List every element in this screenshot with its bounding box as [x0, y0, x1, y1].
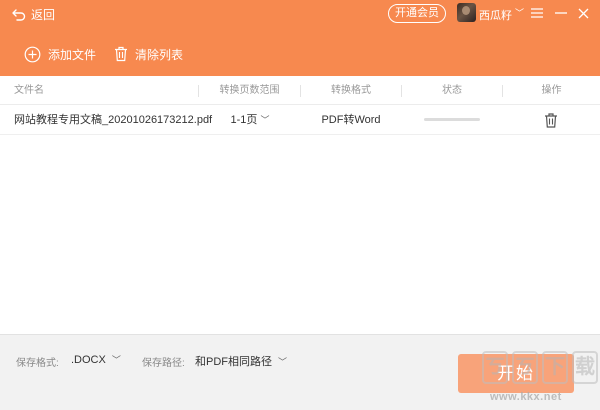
- vip-button[interactable]: 开通会员: [388, 4, 446, 23]
- back-label: 返回: [31, 7, 56, 22]
- add-file-button[interactable]: 添加文件: [24, 45, 96, 63]
- save-format-select[interactable]: .DOCX ﹀: [71, 353, 121, 366]
- save-format-label: 保存格式:: [16, 358, 59, 369]
- footer-bar: 保存格式: .DOCX ﹀ 保存路径: 和PDF相同路径 ﹀ 开始: [0, 334, 600, 410]
- save-path-select[interactable]: 和PDF相同路径 ﹀: [195, 353, 287, 369]
- table-row[interactable]: 网站教程专用文稿_20201026173212.pdf 1-1页 ﹀ PDF转W…: [0, 106, 600, 135]
- title-bar: 返回 开通会员 西瓜籽 ﹀: [0, 0, 600, 28]
- column-header-action: 操作: [541, 85, 562, 96]
- status-progress-bar: [424, 118, 480, 121]
- start-button[interactable]: 开始: [458, 354, 574, 393]
- table-header: 文件名 转换页数范围 转换格式 状态 操作: [0, 76, 600, 105]
- page-range-select[interactable]: 1-1页 ﹀: [215, 106, 285, 134]
- column-header-range: 转换页数范围: [219, 85, 280, 96]
- save-format-value: .DOCX: [71, 353, 106, 366]
- column-header-status: 状态: [442, 85, 462, 96]
- file-name: 网站教程专用文稿_20201026173212.pdf: [14, 114, 213, 126]
- convert-format: PDF转Word: [321, 114, 381, 126]
- clear-list-label: 清除列表: [135, 47, 184, 62]
- back-button[interactable]: 返回: [12, 6, 55, 22]
- add-circle-icon: [24, 46, 41, 63]
- file-list-area: [0, 135, 600, 334]
- column-header-format: 转换格式: [331, 85, 371, 96]
- user-chevron-icon[interactable]: ﹀: [515, 6, 524, 19]
- menu-icon[interactable]: [529, 5, 545, 21]
- page-range-value: 1-1页: [230, 114, 258, 126]
- save-path-value: 和PDF相同路径: [195, 356, 272, 368]
- column-header-name: 文件名: [14, 85, 44, 96]
- delete-row-button[interactable]: [544, 113, 558, 128]
- chevron-down-icon: ﹀: [278, 356, 288, 367]
- avatar[interactable]: [457, 3, 476, 22]
- trash-icon: [114, 46, 128, 62]
- username[interactable]: 西瓜籽: [479, 7, 512, 23]
- chevron-down-icon: ﹀: [111, 355, 121, 365]
- save-path-label: 保存路径:: [142, 358, 185, 369]
- close-icon[interactable]: [575, 5, 591, 21]
- clear-list-button[interactable]: 清除列表: [114, 45, 183, 63]
- trash-icon: [544, 113, 558, 131]
- minimize-icon[interactable]: [553, 5, 569, 21]
- chevron-down-icon: ﹀: [260, 115, 270, 125]
- add-file-label: 添加文件: [48, 47, 97, 62]
- back-arrow-icon: [12, 8, 26, 21]
- header-bar: 返回 开通会员 西瓜籽 ﹀ 添加文件 清除列表: [0, 0, 600, 76]
